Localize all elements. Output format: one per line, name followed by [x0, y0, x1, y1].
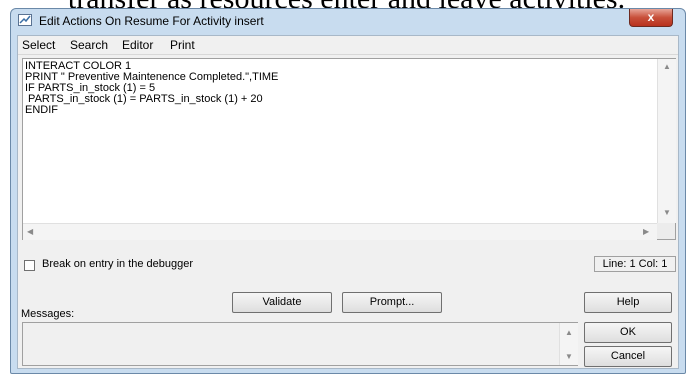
close-icon: x [647, 10, 655, 24]
menu-select[interactable]: Select [22, 38, 55, 52]
dialog-window: Edit Actions On Resume For Activity inse… [10, 8, 686, 374]
menu-editor[interactable]: Editor [122, 38, 153, 52]
debugger-checkbox-label[interactable]: Break on entry in the debugger [42, 258, 193, 270]
scroll-left-icon[interactable]: ◀ [27, 228, 33, 236]
editor-horizontal-scrollbar[interactable]: ◀ ▶ [23, 223, 657, 240]
validate-button[interactable]: Validate [232, 292, 332, 313]
menu-bar: Select Search Editor Print [18, 36, 678, 55]
close-button[interactable]: x [629, 9, 673, 27]
code-text[interactable]: INTERACT COLOR 1 PRINT " Preventive Main… [25, 61, 655, 223]
cancel-button[interactable]: Cancel [584, 346, 672, 367]
scrollbar-corner [657, 223, 675, 239]
dialog-client-area: Select Search Editor Print INTERACT COLO… [17, 35, 679, 369]
title-bar[interactable]: Edit Actions On Resume For Activity inse… [11, 9, 685, 33]
debugger-checkbox[interactable] [24, 260, 35, 271]
window-title: Edit Actions On Resume For Activity inse… [39, 14, 264, 28]
scroll-down-icon[interactable]: ▼ [663, 209, 671, 217]
messages-scroll-up-icon[interactable]: ▲ [565, 329, 573, 337]
help-button[interactable]: Help [584, 292, 672, 313]
messages-box: ▲ ▼ [22, 322, 578, 366]
editor-vertical-scrollbar[interactable]: ▲ ▼ [657, 59, 676, 223]
messages-scroll-down-icon[interactable]: ▼ [565, 353, 573, 361]
ok-button[interactable]: OK [584, 322, 672, 343]
cursor-position-status: Line: 1 Col: 1 [594, 256, 676, 272]
scroll-right-icon[interactable]: ▶ [643, 228, 649, 236]
scroll-up-icon[interactable]: ▲ [663, 63, 671, 71]
prompt-button[interactable]: Prompt... [342, 292, 442, 313]
messages-scrollbar[interactable]: ▲ ▼ [559, 323, 578, 365]
menu-search[interactable]: Search [70, 38, 108, 52]
edit-app-icon [18, 14, 32, 26]
messages-label: Messages: [21, 308, 75, 320]
code-editor[interactable]: INTERACT COLOR 1 PRINT " Preventive Main… [22, 58, 676, 240]
menu-print[interactable]: Print [170, 38, 195, 52]
